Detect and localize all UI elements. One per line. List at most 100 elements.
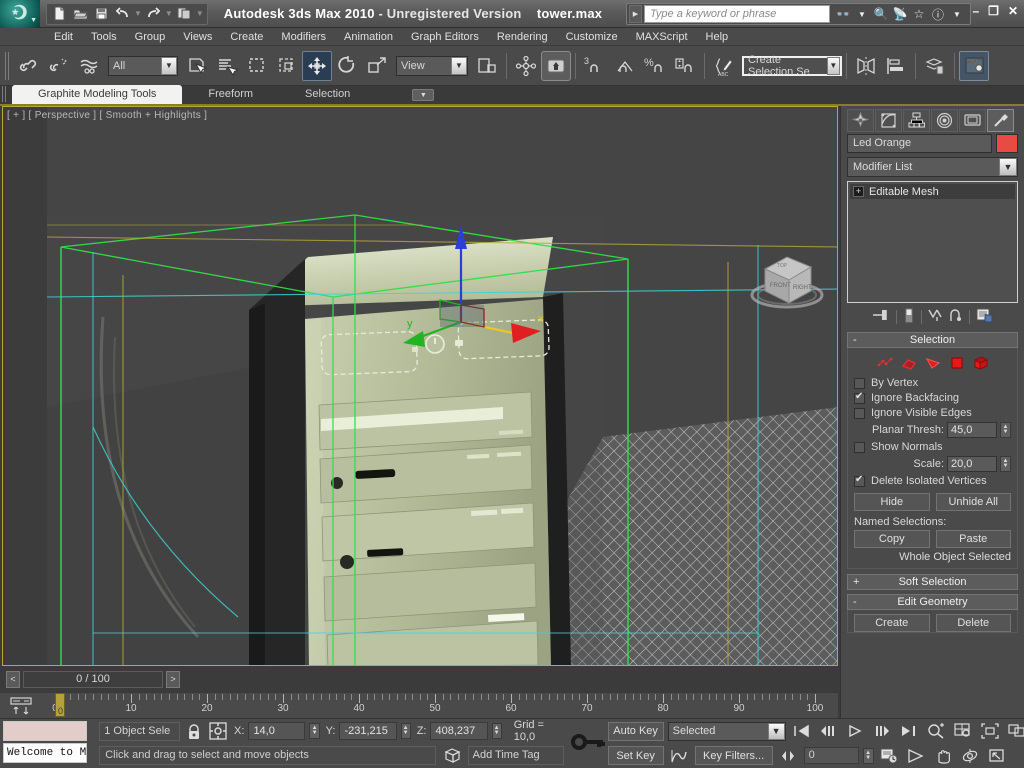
menu-views[interactable]: Views xyxy=(174,28,221,46)
search-expand-icon[interactable]: ▶ xyxy=(629,5,642,23)
checkbox-row-ignore-backfacing[interactable]: Ignore Backfacing xyxy=(854,391,1011,404)
y-coordinate-field[interactable]: -231,215 xyxy=(339,722,397,741)
scale-spinner[interactable]: ▲ ▼ xyxy=(1000,456,1011,472)
spinner-snap-toggle-icon[interactable] xyxy=(670,51,700,81)
element-icon[interactable] xyxy=(972,355,989,370)
adaptive-degradation-icon[interactable] xyxy=(442,746,464,766)
motion-tab[interactable] xyxy=(931,108,958,132)
use-pivot-point-center-icon[interactable] xyxy=(472,51,502,81)
tab-selection[interactable]: Selection xyxy=(279,85,376,104)
checkbox-row-delete-isolated-vertices[interactable]: Delete Isolated Vertices xyxy=(854,474,1011,487)
chevron-down-icon[interactable]: ▼ xyxy=(161,56,177,75)
menu-modifiers[interactable]: Modifiers xyxy=(272,28,335,46)
z-spinner[interactable]: ▲ ▼ xyxy=(491,723,502,740)
expand-icon[interactable]: + xyxy=(853,576,859,588)
tab-freeform[interactable]: Freeform xyxy=(182,85,279,104)
menu-rendering[interactable]: Rendering xyxy=(488,28,557,46)
search-input[interactable]: Type a keyword or phrase xyxy=(644,5,830,23)
material-editor-icon[interactable] xyxy=(959,50,989,81)
unlink-selection-icon[interactable] xyxy=(44,51,74,81)
bind-to-space-warp-icon[interactable] xyxy=(74,51,104,81)
add-time-tag-button[interactable]: Add Time Tag xyxy=(467,746,564,766)
object-color-swatch[interactable] xyxy=(996,134,1018,153)
new-file-icon[interactable] xyxy=(50,4,69,23)
select-and-rotate-icon[interactable] xyxy=(332,51,362,81)
reference-coordinate-system-combo[interactable]: View ▼ xyxy=(396,55,468,76)
chevron-down-icon[interactable]: ▼ xyxy=(999,158,1017,176)
toolbar-grip[interactable] xyxy=(5,51,11,80)
make-unique-icon[interactable] xyxy=(928,308,945,326)
play-animation-icon[interactable] xyxy=(844,721,867,742)
track-bar[interactable]: 0 10 20 30 40 50 60 70 80 90 100 0 xyxy=(0,692,838,718)
ribbon-grip[interactable] xyxy=(2,86,8,102)
time-slider-handle[interactable]: 0 xyxy=(55,693,65,717)
modifier-stack-list[interactable]: + Editable Mesh xyxy=(847,181,1018,303)
rectangular-selection-region-icon[interactable] xyxy=(242,51,272,81)
ignore-visible-edges-checkbox[interactable] xyxy=(854,407,865,419)
next-frame-icon[interactable] xyxy=(871,721,894,742)
perspective-viewport[interactable]: FUJITSU SIEMENS xyxy=(2,106,838,666)
paste-button[interactable]: Paste xyxy=(935,530,1011,548)
search-dropdown-icon[interactable]: ▼ xyxy=(854,10,870,19)
mirror-icon[interactable] xyxy=(851,51,881,81)
utilities-tab[interactable] xyxy=(987,108,1014,132)
next-frame-button[interactable]: > xyxy=(166,670,180,688)
menu-tools[interactable]: Tools xyxy=(82,28,126,46)
z-coordinate-field[interactable]: 408,237 xyxy=(430,722,488,741)
align-icon[interactable] xyxy=(881,51,911,81)
edge-icon[interactable] xyxy=(900,355,917,370)
go-to-start-icon[interactable] xyxy=(790,721,813,742)
maxscript-output-line[interactable]: Welcome to M xyxy=(3,743,88,763)
create-tab[interactable] xyxy=(847,108,874,132)
current-key-spinner[interactable]: ▲ ▼ xyxy=(862,747,874,764)
previous-frame-icon[interactable] xyxy=(817,721,840,742)
set-project-icon[interactable] xyxy=(175,4,194,23)
current-key-field[interactable]: 0 xyxy=(803,747,859,765)
save-file-icon[interactable] xyxy=(92,4,111,23)
configure-modifier-sets-icon[interactable] xyxy=(976,308,993,326)
y-spinner[interactable]: ▲ ▼ xyxy=(400,723,411,740)
maxscript-input-line[interactable] xyxy=(3,721,88,741)
x-spinner[interactable]: ▲ ▼ xyxy=(309,723,320,740)
window-crossing-toggle-icon[interactable] xyxy=(272,51,302,81)
qat-dropdown-icon[interactable]: ▼ xyxy=(196,9,204,18)
planar-thresh-spinner[interactable]: ▲ ▼ xyxy=(1000,422,1011,438)
unhide-all-button[interactable]: Unhide All xyxy=(935,493,1011,511)
pan-view-icon[interactable] xyxy=(932,745,955,766)
chevron-down-icon[interactable]: ▼ xyxy=(451,56,467,75)
restore-button[interactable]: ❐ xyxy=(988,4,999,18)
chevron-down-icon[interactable]: ▼ xyxy=(767,722,785,740)
modifier-list-combo[interactable]: Modifier List ▼ xyxy=(847,157,1018,177)
binoculars-icon[interactable]: 👓 xyxy=(835,7,851,21)
selection-filter-combo[interactable]: All ▼ xyxy=(108,55,178,76)
expand-icon[interactable]: + xyxy=(853,186,864,197)
previous-frame-button[interactable]: < xyxy=(6,670,20,688)
select-and-manipulate-icon[interactable] xyxy=(541,50,571,81)
redo-dropdown-icon[interactable]: ▼ xyxy=(165,9,173,18)
zoom-region-icon[interactable] xyxy=(1006,721,1024,742)
layer-manager-icon[interactable] xyxy=(920,51,950,81)
key-icon[interactable] xyxy=(570,731,608,756)
face-icon[interactable] xyxy=(924,355,941,370)
menu-maxscript[interactable]: MAXScript xyxy=(627,28,697,46)
rollout-header-soft-selection[interactable]: + Soft Selection xyxy=(847,574,1018,590)
checkbox-row-ignore-visible-edges[interactable]: Ignore Visible Edges xyxy=(854,407,1011,419)
go-to-end-icon[interactable] xyxy=(898,721,921,742)
planar-thresh-field[interactable]: 45,0 xyxy=(947,422,997,438)
close-button[interactable]: ✕ xyxy=(1008,4,1018,18)
menu-animation[interactable]: Animation xyxy=(335,28,402,46)
delete-isolated-vertices-checkbox[interactable] xyxy=(854,474,865,487)
delete-button[interactable]: Delete xyxy=(935,614,1011,632)
menu-customize[interactable]: Customize xyxy=(557,28,627,46)
time-configuration-icon[interactable] xyxy=(878,745,901,766)
percent-snap-toggle-icon[interactable]: % xyxy=(640,51,670,81)
menu-help[interactable]: Help xyxy=(697,28,738,46)
open-file-icon[interactable] xyxy=(71,4,90,23)
angle-snap-toggle-icon[interactable] xyxy=(610,51,640,81)
show-normals-checkbox[interactable] xyxy=(854,441,865,453)
remove-modifier-icon[interactable] xyxy=(948,308,963,326)
zoom-extents-icon[interactable] xyxy=(979,721,1002,742)
scale-field[interactable]: 20,0 xyxy=(947,456,997,472)
create-button[interactable]: Create xyxy=(854,614,930,632)
vertex-icon[interactable] xyxy=(876,355,893,370)
